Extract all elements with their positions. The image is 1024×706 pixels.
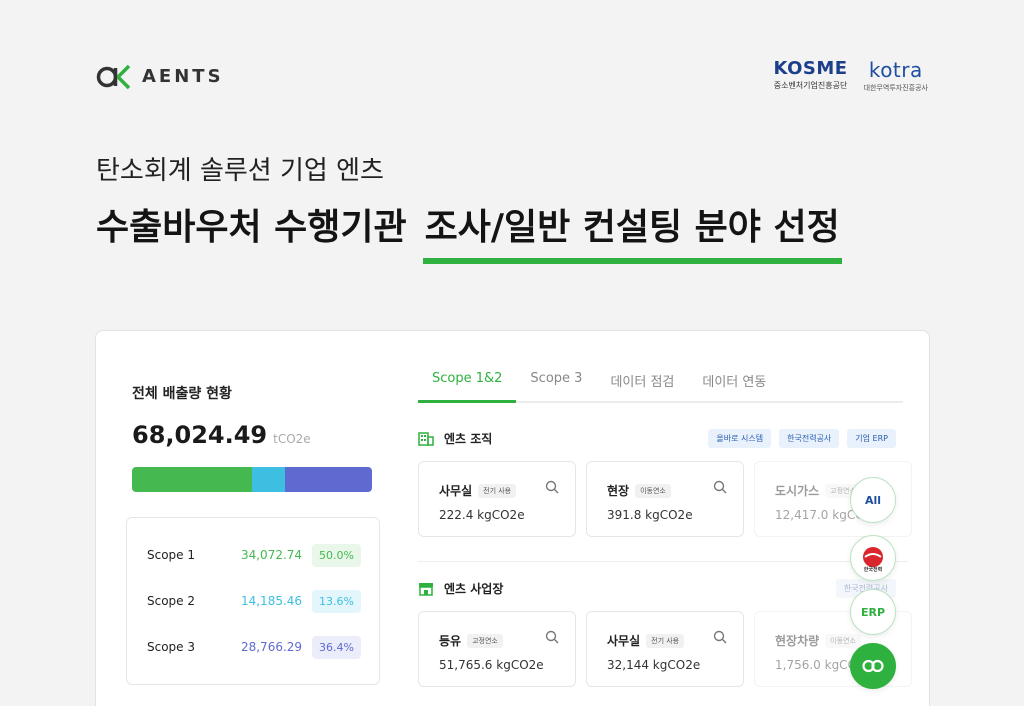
- erp-icon: ERP: [860, 605, 886, 619]
- brand-name: AENTS: [142, 65, 224, 87]
- scope-name: Scope 3: [147, 640, 196, 654]
- scope-share-bar: [132, 467, 372, 492]
- source-chip-kepco[interactable]: 한국전력공사: [779, 429, 840, 448]
- scope-breakdown: Scope 1 34,072.74 50.0% Scope 2 14,185.4…: [126, 517, 380, 685]
- source-type-tag: 이동연소: [825, 634, 861, 648]
- source-name-text: 사무실: [439, 484, 473, 498]
- headline-part1: 수출바우처 수행기관: [96, 207, 407, 248]
- allbaro-icon: All: [864, 493, 882, 507]
- tab-data-integration[interactable]: 데이터 연동: [688, 365, 780, 403]
- source-type-tag: 고정연소: [467, 634, 503, 648]
- kosme-name: KOSME: [773, 58, 848, 79]
- search-icon[interactable]: [545, 480, 559, 494]
- source-name: 도시가스 고정연소: [775, 482, 861, 499]
- source-type-tag: 이동연소: [635, 484, 671, 498]
- integration-allbaro-button[interactable]: All: [850, 477, 896, 523]
- source-emission-value: 51,765.6 kgCO2e: [439, 658, 544, 672]
- source-type-tag: 전기 사용: [646, 634, 685, 648]
- source-chip-allbaro[interactable]: 올바로 시스템: [708, 429, 772, 448]
- store-icon: [419, 582, 433, 596]
- building-icon: [418, 431, 434, 446]
- search-icon[interactable]: [545, 630, 559, 644]
- source-emission-value: 222.4 kgCO2e: [439, 508, 525, 522]
- source-name-text: 현장차량: [775, 634, 820, 648]
- scope-row: Scope 2 14,185.46 13.6%: [147, 588, 361, 614]
- scope2-segment: [252, 467, 285, 492]
- total-emission: 68,024.49 tCO2e: [132, 421, 311, 449]
- scope-value: 34,072.74: [240, 548, 303, 562]
- scope-value: 28,766.29: [240, 640, 303, 654]
- source-emission-value: 32,144 kgCO2e: [607, 658, 701, 672]
- link-icon: [862, 659, 884, 673]
- scope-value: 14,185.46: [240, 594, 303, 608]
- source-name-text: 등유: [439, 634, 462, 648]
- emission-source-card[interactable]: 현장 이동연소 391.8 kgCO2e: [586, 461, 744, 537]
- emission-source-card[interactable]: 등유 고정연소 51,765.6 kgCO2e: [418, 611, 576, 687]
- source-name-text: 사무실: [607, 634, 641, 648]
- source-name: 사무실 전기 사용: [607, 632, 685, 649]
- kepco-label: 한국전력: [864, 566, 883, 573]
- aents-logo: AENTS: [96, 60, 224, 92]
- source-name: 사무실 전기 사용: [439, 482, 517, 499]
- headline: 수출바우처 수행기관 조사/일반 컨설팅 분야 선정: [96, 198, 842, 264]
- scope-row: Scope 3 28,766.29 36.4%: [147, 634, 361, 660]
- scope-percent-badge: 13.6%: [312, 589, 361, 613]
- integration-kepco-button[interactable]: 한국전력: [850, 535, 896, 581]
- source-name: 등유 고정연소: [439, 632, 503, 649]
- kosme-sub: 중소벤처기업진흥공단: [773, 81, 848, 90]
- kosme-logo: KOSME 중소벤처기업진흥공단: [773, 58, 847, 91]
- tab-data-check[interactable]: 데이터 점검: [596, 365, 688, 403]
- site-section-header: 엔츠 사업장 한국전력공사: [418, 579, 896, 598]
- subheadline: 탄소회계 솔루션 기업 엔츠: [96, 156, 384, 186]
- kotra-logo: kotra 대한무역투자진흥공사: [864, 58, 928, 93]
- aents-logo-icon: [96, 64, 131, 90]
- tab-scope-1-2[interactable]: Scope 1&2: [418, 365, 517, 403]
- scope-percent-badge: 36.4%: [312, 635, 361, 659]
- headline-part2-highlighted: 조사/일반 컨설팅 분야 선정: [422, 198, 842, 264]
- search-icon[interactable]: [713, 630, 727, 644]
- source-chip-erp[interactable]: 기업 ERP: [847, 429, 896, 448]
- emission-detail: Scope 1&2 Scope 3 데이터 점검 데이터 연동 엔츠 조직 올바…: [418, 331, 929, 706]
- source-emission-value: 391.8 kgCO2e: [607, 508, 693, 522]
- kotra-sub: 대한무역투자진흥공사: [863, 84, 928, 92]
- source-type-tag: 전기 사용: [478, 484, 517, 498]
- emission-source-card[interactable]: 사무실 전기 사용 32,144 kgCO2e: [586, 611, 744, 687]
- summary-title: 전체 배출량 현황: [132, 386, 232, 402]
- scope3-segment: [284, 467, 372, 492]
- site-section-title: 엔츠 사업장: [444, 582, 504, 596]
- partner-logos: KOSME 중소벤처기업진흥공단 kotra 대한무역투자진흥공사: [773, 58, 928, 93]
- section-divider: [418, 561, 908, 562]
- scope1-segment: [132, 467, 252, 492]
- dashboard-card: 전체 배출량 현황 68,024.49 tCO2e Scope 1 34,072.…: [95, 330, 930, 706]
- source-name: 현장 이동연소: [607, 482, 671, 499]
- scope-percent-badge: 50.0%: [312, 543, 361, 567]
- emission-source-card[interactable]: 사무실 전기 사용 222.4 kgCO2e: [418, 461, 576, 537]
- integration-erp-button[interactable]: ERP: [850, 589, 896, 635]
- tab-scope-3[interactable]: Scope 3: [516, 365, 596, 403]
- source-name-text: 도시가스: [775, 484, 820, 498]
- kepco-icon: 한국전력: [863, 547, 883, 573]
- emission-summary: 전체 배출량 현황 68,024.49 tCO2e Scope 1 34,072.…: [96, 331, 396, 706]
- source-name: 현장차량 이동연소: [775, 632, 861, 649]
- kotra-name: kotra: [868, 58, 923, 82]
- org-section-header: 엔츠 조직 올바로 시스템 한국전력공사 기업 ERP: [418, 429, 896, 448]
- total-emission-unit: tCO2e: [273, 432, 311, 446]
- total-emission-value: 68,024.49: [132, 421, 268, 449]
- scope-row: Scope 1 34,072.74 50.0%: [147, 542, 361, 568]
- search-icon[interactable]: [713, 480, 727, 494]
- org-section-title: 엔츠 조직: [444, 432, 493, 446]
- scope-name: Scope 1: [147, 548, 196, 562]
- source-name-text: 현장: [607, 484, 630, 498]
- integration-link-button[interactable]: [850, 643, 896, 689]
- scope-tabs: Scope 1&2 Scope 3 데이터 점검 데이터 연동: [418, 365, 903, 403]
- scope-name: Scope 2: [147, 594, 196, 608]
